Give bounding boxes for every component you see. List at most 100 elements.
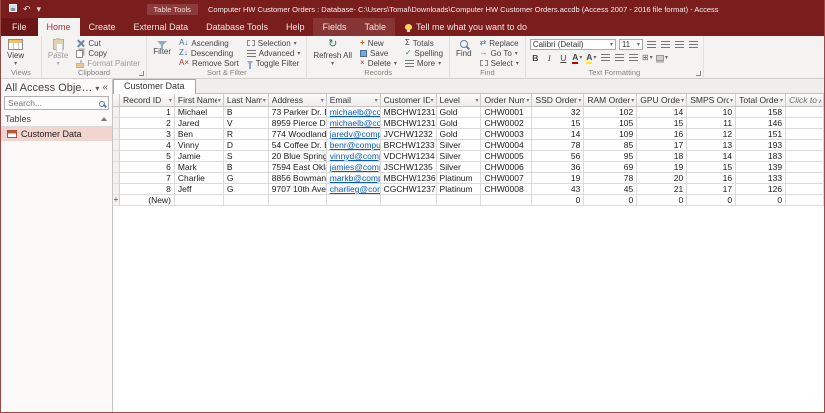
data-cell[interactable]: 78	[532, 140, 584, 151]
data-cell[interactable]: 6	[120, 162, 175, 173]
column-filter-icon[interactable]: ▾	[730, 97, 733, 104]
data-cell[interactable]: CHW0008	[481, 184, 532, 195]
data-cell[interactable]: Silver	[437, 140, 482, 151]
collapse-group-icon[interactable]	[101, 117, 107, 121]
data-cell[interactable]: Charlie	[175, 173, 224, 184]
highlight-color-button[interactable]: A▾	[586, 52, 597, 63]
data-cell[interactable]: Jeff	[175, 184, 224, 195]
data-cell[interactable]: CHW0002	[481, 118, 532, 129]
data-cell[interactable]: 78	[584, 173, 637, 184]
align-right-button[interactable]	[628, 52, 639, 63]
align-left-button[interactable]	[600, 52, 611, 63]
column-header-email[interactable]: Email▾	[327, 94, 381, 106]
data-cell[interactable]: Platinum	[437, 184, 482, 195]
data-cell[interactable]: 1	[120, 107, 175, 118]
column-header-customer-id[interactable]: Customer ID▾	[381, 94, 437, 106]
data-cell[interactable]: vinnyd@comp	[327, 151, 381, 162]
data-cell[interactable]: 8856 Bowman	[269, 173, 327, 184]
data-cell[interactable]: jamies@comp	[327, 162, 381, 173]
new-record-cell[interactable]	[175, 195, 224, 206]
new-record-cell[interactable]	[437, 195, 482, 206]
column-header-gpu-ordered[interactable]: GPU Ordered▾	[637, 94, 687, 106]
data-cell[interactable]	[786, 151, 824, 162]
data-cell[interactable]: Jared	[175, 118, 224, 129]
new-record-cell[interactable]: 0	[736, 195, 786, 206]
data-cell[interactable]: 15	[687, 162, 736, 173]
column-header-first-name[interactable]: First Name▾	[175, 94, 224, 106]
background-color-button[interactable]: ▾	[656, 52, 668, 63]
bold-button[interactable]: B	[530, 52, 541, 63]
data-cell[interactable]	[786, 140, 824, 151]
data-cell[interactable]: 102	[584, 107, 637, 118]
column-header-record-id[interactable]: Record ID▾	[120, 94, 175, 106]
column-header-ram-ordered[interactable]: RAM Ordered▾	[584, 94, 637, 106]
column-filter-icon[interactable]: ▾	[169, 97, 172, 104]
column-filter-icon[interactable]: ▾	[475, 97, 478, 104]
data-cell[interactable]: 8959 Pierce Dr.	[269, 118, 327, 129]
find-button[interactable]: Find	[454, 38, 474, 68]
new-record-cell[interactable]	[327, 195, 381, 206]
data-cell[interactable]: 139	[736, 162, 786, 173]
nav-item-customer-data[interactable]: Customer Data	[1, 127, 112, 141]
data-cell[interactable]: 20 Blue Spring	[269, 151, 327, 162]
data-cell[interactable]: jaredv@comp	[327, 129, 381, 140]
data-cell[interactable]: 18	[637, 151, 687, 162]
data-cell[interactable]: markb@comp	[327, 173, 381, 184]
data-cell[interactable]: 4	[120, 140, 175, 151]
column-header-click-to-add[interactable]: Click to Add	[786, 94, 824, 106]
new-record-cell[interactable]: 0	[637, 195, 687, 206]
font-size-select[interactable]: 11▾	[619, 39, 643, 50]
ribbon-tab-fields[interactable]: Fields	[313, 18, 355, 36]
data-cell[interactable]	[786, 129, 824, 140]
new-record-cell[interactable]: 0	[532, 195, 584, 206]
new-record-cell[interactable]	[269, 195, 327, 206]
data-cell[interactable]: 36	[532, 162, 584, 173]
column-filter-icon[interactable]: ▾	[526, 97, 529, 104]
column-header-total-orders[interactable]: Total Orders▾	[736, 94, 786, 106]
column-filter-icon[interactable]: ▾	[431, 97, 434, 104]
data-cell[interactable]: CGCHW1237	[381, 184, 437, 195]
data-cell[interactable]: Gold	[437, 107, 482, 118]
data-cell[interactable]: 11	[687, 118, 736, 129]
format-painter-button[interactable]: Format Painter	[74, 58, 142, 68]
cut-button[interactable]: Cut	[74, 38, 142, 48]
column-header-order-number[interactable]: Order Number▾	[481, 94, 532, 106]
data-cell[interactable]: 19	[637, 162, 687, 173]
new-record-cell[interactable]: (New)	[120, 195, 175, 206]
save-record-button[interactable]: Save	[358, 48, 399, 58]
replace-button[interactable]: ⇄Replace	[478, 38, 521, 48]
column-filter-icon[interactable]: ▾	[375, 97, 378, 104]
data-cell[interactable]: Silver	[437, 162, 482, 173]
data-cell[interactable]: 16	[637, 129, 687, 140]
data-cell[interactable]	[786, 107, 824, 118]
data-cell[interactable]: 54 Coffee Dr. E	[269, 140, 327, 151]
data-cell[interactable]: 17	[687, 184, 736, 195]
data-cell[interactable]: 109	[584, 129, 637, 140]
data-cell[interactable]: VDCHW1234	[381, 151, 437, 162]
data-cell[interactable]: 9707 10th Ave.	[269, 184, 327, 195]
new-record-cell[interactable]: 0	[584, 195, 637, 206]
data-cell[interactable]: 151	[736, 129, 786, 140]
data-cell[interactable]: 14	[637, 107, 687, 118]
nav-group-tables[interactable]: Tables	[1, 112, 112, 127]
data-cell[interactable]: CHW0004	[481, 140, 532, 151]
column-filter-icon[interactable]: ▾	[681, 97, 684, 104]
data-cell[interactable]: Platinum	[437, 173, 482, 184]
data-cell[interactable]: 95	[584, 151, 637, 162]
data-cell[interactable]	[786, 173, 824, 184]
increase-indent-button[interactable]	[688, 39, 699, 50]
copy-button[interactable]: Copy	[74, 48, 142, 58]
data-cell[interactable]: 45	[584, 184, 637, 195]
data-cell[interactable]: 774 Woodland	[269, 129, 327, 140]
data-cell[interactable]: JVCHW1232	[381, 129, 437, 140]
italic-button[interactable]: I	[544, 52, 555, 63]
record-selector[interactable]	[113, 173, 120, 184]
decrease-indent-button[interactable]	[674, 39, 685, 50]
column-header-smps-ordered[interactable]: SMPS Ordered▾	[687, 94, 736, 106]
ribbon-tab-database-tools[interactable]: Database Tools	[197, 18, 277, 36]
data-cell[interactable]: Michael	[175, 107, 224, 118]
data-cell[interactable]	[786, 162, 824, 173]
data-cell[interactable]: JSCHW1235	[381, 162, 437, 173]
data-cell[interactable]: V	[224, 118, 269, 129]
data-cell[interactable]: 3	[120, 129, 175, 140]
